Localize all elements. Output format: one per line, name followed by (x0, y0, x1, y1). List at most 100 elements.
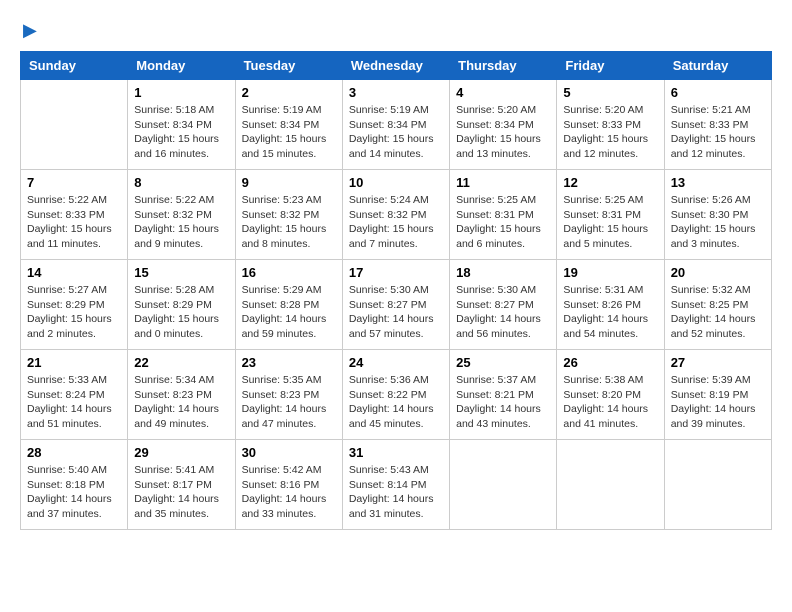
calendar-cell: 17 Sunrise: 5:30 AM Sunset: 8:27 PM Dayli… (342, 260, 449, 350)
day-info: Sunrise: 5:22 AM Sunset: 8:33 PM Dayligh… (27, 193, 121, 252)
day-info: Sunrise: 5:36 AM Sunset: 8:22 PM Dayligh… (349, 373, 443, 432)
calendar-week-row: 1 Sunrise: 5:18 AM Sunset: 8:34 PM Daylig… (21, 80, 772, 170)
calendar-cell: 21 Sunrise: 5:33 AM Sunset: 8:24 PM Dayli… (21, 350, 128, 440)
day-info: Sunrise: 5:24 AM Sunset: 8:32 PM Dayligh… (349, 193, 443, 252)
day-number: 14 (27, 265, 121, 280)
day-number: 8 (134, 175, 228, 190)
day-info: Sunrise: 5:19 AM Sunset: 8:34 PM Dayligh… (349, 103, 443, 162)
calendar-cell: 8Sunrise: 5:22 AM Sunset: 8:32 PM Daylig… (128, 170, 235, 260)
calendar-cell: 5 Sunrise: 5:20 AM Sunset: 8:33 PM Daylig… (557, 80, 664, 170)
calendar-cell: 1 Sunrise: 5:18 AM Sunset: 8:34 PM Daylig… (128, 80, 235, 170)
day-info: Sunrise: 5:40 AM Sunset: 8:18 PM Dayligh… (27, 463, 121, 522)
calendar-cell: 10Sunrise: 5:24 AM Sunset: 8:32 PM Dayli… (342, 170, 449, 260)
day-number: 2 (242, 85, 336, 100)
calendar-cell: 7 Sunrise: 5:22 AM Sunset: 8:33 PM Daylig… (21, 170, 128, 260)
day-number: 18 (456, 265, 550, 280)
day-info: Sunrise: 5:35 AM Sunset: 8:23 PM Dayligh… (242, 373, 336, 432)
calendar-week-row: 7 Sunrise: 5:22 AM Sunset: 8:33 PM Daylig… (21, 170, 772, 260)
calendar-cell: 18 Sunrise: 5:30 AM Sunset: 8:27 PM Dayli… (450, 260, 557, 350)
calendar-cell: 22 Sunrise: 5:34 AM Sunset: 8:23 PM Dayli… (128, 350, 235, 440)
day-info: Sunrise: 5:43 AM Sunset: 8:14 PM Dayligh… (349, 463, 443, 522)
day-number: 31 (349, 445, 443, 460)
page-header: ▶ (20, 20, 772, 41)
day-number: 15 (134, 265, 228, 280)
day-number: 23 (242, 355, 336, 370)
calendar-cell: 26Sunrise: 5:38 AM Sunset: 8:20 PM Dayli… (557, 350, 664, 440)
day-info: Sunrise: 5:23 AM Sunset: 8:32 PM Dayligh… (242, 193, 336, 252)
calendar-cell: 3 Sunrise: 5:19 AM Sunset: 8:34 PM Daylig… (342, 80, 449, 170)
day-number: 28 (27, 445, 121, 460)
day-number: 13 (671, 175, 765, 190)
day-number: 3 (349, 85, 443, 100)
day-info: Sunrise: 5:30 AM Sunset: 8:27 PM Dayligh… (456, 283, 550, 342)
calendar-day-header: Sunday (21, 52, 128, 80)
day-info: Sunrise: 5:27 AM Sunset: 8:29 PM Dayligh… (27, 283, 121, 342)
calendar-day-header: Thursday (450, 52, 557, 80)
calendar-day-header: Wednesday (342, 52, 449, 80)
day-info: Sunrise: 5:33 AM Sunset: 8:24 PM Dayligh… (27, 373, 121, 432)
day-info: Sunrise: 5:31 AM Sunset: 8:26 PM Dayligh… (563, 283, 657, 342)
day-number: 11 (456, 175, 550, 190)
calendar-cell (21, 80, 128, 170)
day-number: 9 (242, 175, 336, 190)
day-info: Sunrise: 5:34 AM Sunset: 8:23 PM Dayligh… (134, 373, 228, 432)
calendar-cell: 6Sunrise: 5:21 AM Sunset: 8:33 PM Daylig… (664, 80, 771, 170)
day-number: 30 (242, 445, 336, 460)
day-info: Sunrise: 5:30 AM Sunset: 8:27 PM Dayligh… (349, 283, 443, 342)
calendar-cell: 12 Sunrise: 5:25 AM Sunset: 8:31 PM Dayli… (557, 170, 664, 260)
day-info: Sunrise: 5:29 AM Sunset: 8:28 PM Dayligh… (242, 283, 336, 342)
day-info: Sunrise: 5:25 AM Sunset: 8:31 PM Dayligh… (456, 193, 550, 252)
calendar-cell: 19 Sunrise: 5:31 AM Sunset: 8:26 PM Dayli… (557, 260, 664, 350)
day-info: Sunrise: 5:38 AM Sunset: 8:20 PM Dayligh… (563, 373, 657, 432)
calendar-day-header: Friday (557, 52, 664, 80)
calendar-cell: 20 Sunrise: 5:32 AM Sunset: 8:25 PM Dayli… (664, 260, 771, 350)
day-number: 6 (671, 85, 765, 100)
day-info: Sunrise: 5:32 AM Sunset: 8:25 PM Dayligh… (671, 283, 765, 342)
day-info: Sunrise: 5:26 AM Sunset: 8:30 PM Dayligh… (671, 193, 765, 252)
logo-bird-icon: ▶ (23, 20, 37, 41)
calendar-cell: 2 Sunrise: 5:19 AM Sunset: 8:34 PM Daylig… (235, 80, 342, 170)
day-info: Sunrise: 5:25 AM Sunset: 8:31 PM Dayligh… (563, 193, 657, 252)
day-number: 5 (563, 85, 657, 100)
day-number: 19 (563, 265, 657, 280)
calendar-cell (557, 440, 664, 530)
calendar-cell: 15 Sunrise: 5:28 AM Sunset: 8:29 PM Dayli… (128, 260, 235, 350)
day-number: 24 (349, 355, 443, 370)
day-number: 1 (134, 85, 228, 100)
day-number: 25 (456, 355, 550, 370)
logo: ▶ (20, 20, 37, 41)
calendar-cell: 11 Sunrise: 5:25 AM Sunset: 8:31 PM Dayli… (450, 170, 557, 260)
calendar-cell: 24 Sunrise: 5:36 AM Sunset: 8:22 PM Dayli… (342, 350, 449, 440)
calendar-week-row: 14 Sunrise: 5:27 AM Sunset: 8:29 PM Dayli… (21, 260, 772, 350)
calendar-cell: 25 Sunrise: 5:37 AM Sunset: 8:21 PM Dayli… (450, 350, 557, 440)
day-info: Sunrise: 5:37 AM Sunset: 8:21 PM Dayligh… (456, 373, 550, 432)
day-number: 17 (349, 265, 443, 280)
calendar-table: SundayMondayTuesdayWednesdayThursdayFrid… (20, 51, 772, 530)
day-number: 16 (242, 265, 336, 280)
day-number: 20 (671, 265, 765, 280)
calendar-day-header: Monday (128, 52, 235, 80)
day-number: 22 (134, 355, 228, 370)
calendar-cell: 29Sunrise: 5:41 AM Sunset: 8:17 PM Dayli… (128, 440, 235, 530)
day-info: Sunrise: 5:20 AM Sunset: 8:33 PM Dayligh… (563, 103, 657, 162)
calendar-cell: 4 Sunrise: 5:20 AM Sunset: 8:34 PM Daylig… (450, 80, 557, 170)
calendar-cell: 14 Sunrise: 5:27 AM Sunset: 8:29 PM Dayli… (21, 260, 128, 350)
day-number: 21 (27, 355, 121, 370)
calendar-header-row: SundayMondayTuesdayWednesdayThursdayFrid… (21, 52, 772, 80)
calendar-cell: 16 Sunrise: 5:29 AM Sunset: 8:28 PM Dayli… (235, 260, 342, 350)
calendar-cell: 13 Sunrise: 5:26 AM Sunset: 8:30 PM Dayli… (664, 170, 771, 260)
calendar-cell: 23 Sunrise: 5:35 AM Sunset: 8:23 PM Dayli… (235, 350, 342, 440)
day-info: Sunrise: 5:19 AM Sunset: 8:34 PM Dayligh… (242, 103, 336, 162)
calendar-cell: 27Sunrise: 5:39 AM Sunset: 8:19 PM Dayli… (664, 350, 771, 440)
calendar-cell: 30 Sunrise: 5:42 AM Sunset: 8:16 PM Dayli… (235, 440, 342, 530)
calendar-cell (664, 440, 771, 530)
day-info: Sunrise: 5:28 AM Sunset: 8:29 PM Dayligh… (134, 283, 228, 342)
day-info: Sunrise: 5:18 AM Sunset: 8:34 PM Dayligh… (134, 103, 228, 162)
day-number: 4 (456, 85, 550, 100)
calendar-week-row: 21 Sunrise: 5:33 AM Sunset: 8:24 PM Dayli… (21, 350, 772, 440)
day-info: Sunrise: 5:20 AM Sunset: 8:34 PM Dayligh… (456, 103, 550, 162)
day-info: Sunrise: 5:42 AM Sunset: 8:16 PM Dayligh… (242, 463, 336, 522)
day-number: 27 (671, 355, 765, 370)
day-number: 12 (563, 175, 657, 190)
day-number: 7 (27, 175, 121, 190)
